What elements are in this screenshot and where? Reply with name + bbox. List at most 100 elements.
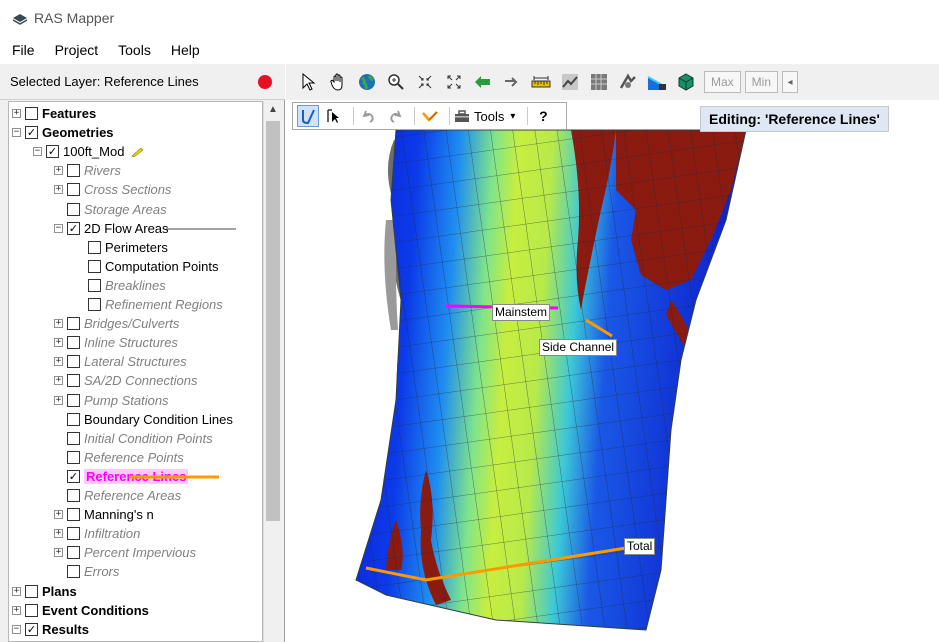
tree-geometries[interactable]: − ✓ Geometries bbox=[12, 123, 114, 142]
tree-lateral-structures[interactable]: + Lateral Structures bbox=[54, 352, 187, 371]
tree-infiltration[interactable]: + Infiltration bbox=[54, 524, 140, 543]
layer-checkbox[interactable] bbox=[88, 259, 101, 273]
expand-toggle-icon[interactable]: + bbox=[12, 605, 21, 615]
layer-checkbox[interactable] bbox=[88, 278, 101, 292]
pan-hand-icon[interactable] bbox=[327, 71, 349, 93]
layer-checkbox[interactable] bbox=[67, 412, 80, 426]
expand-toggle-icon[interactable]: − bbox=[12, 624, 21, 634]
tree-mannings-n[interactable]: + Manning's n bbox=[54, 505, 154, 524]
zoom-in-icon[interactable] bbox=[385, 71, 407, 93]
tree-reference-lines[interactable]: ✓Reference Lines bbox=[54, 467, 219, 486]
layer-checkbox[interactable]: ✓ bbox=[67, 221, 80, 235]
layer-checkbox[interactable] bbox=[67, 317, 80, 331]
expand-toggle-icon[interactable]: + bbox=[54, 166, 63, 176]
layer-checkbox[interactable]: ✓ bbox=[46, 145, 59, 159]
tree-scrollbar[interactable]: ▲ bbox=[263, 101, 281, 642]
help-button[interactable]: ? bbox=[532, 105, 554, 127]
tree-initial-condition-points[interactable]: Initial Condition Points bbox=[54, 429, 213, 448]
expand-toggle-icon[interactable]: + bbox=[54, 510, 63, 520]
forward-arrow-icon[interactable] bbox=[501, 71, 523, 93]
max-button[interactable]: Max bbox=[704, 71, 741, 93]
edit-vertex-icon[interactable] bbox=[323, 105, 345, 127]
water-surface-icon[interactable] bbox=[646, 71, 668, 93]
tree-inline-structures[interactable]: + Inline Structures bbox=[54, 333, 178, 352]
pointer-select-icon[interactable] bbox=[298, 71, 320, 93]
map-canvas[interactable] bbox=[286, 100, 939, 642]
tree-reference-points[interactable]: Reference Points bbox=[54, 448, 184, 467]
layer-checkbox[interactable] bbox=[67, 374, 80, 388]
back-arrow-icon[interactable] bbox=[472, 71, 494, 93]
tree-rivers[interactable]: + Rivers bbox=[54, 161, 121, 180]
layer-tree[interactable]: + Features − ✓ Geometries − ✓ 100ft_Mod + Rivers +… bbox=[8, 101, 263, 642]
tree-features[interactable]: + Features bbox=[12, 104, 96, 123]
expand-toggle-icon[interactable]: − bbox=[33, 147, 42, 157]
menu-tools[interactable]: Tools bbox=[118, 42, 151, 58]
layer-checkbox[interactable] bbox=[25, 584, 38, 598]
record-dot-icon[interactable] bbox=[258, 75, 272, 89]
menu-file[interactable]: File bbox=[12, 42, 35, 58]
expand-toggle-icon[interactable]: + bbox=[54, 185, 63, 195]
layer-checkbox[interactable] bbox=[88, 240, 101, 254]
layer-checkbox[interactable] bbox=[25, 107, 38, 120]
tree-boundary-condition-lines[interactable]: Boundary Condition Lines bbox=[54, 410, 233, 429]
tree-errors[interactable]: Errors bbox=[54, 562, 119, 581]
menu-project[interactable]: Project bbox=[55, 42, 99, 58]
layer-checkbox[interactable] bbox=[67, 336, 80, 350]
undo-icon[interactable] bbox=[358, 105, 380, 127]
layer-checkbox[interactable] bbox=[67, 565, 80, 579]
redo-icon[interactable] bbox=[384, 105, 406, 127]
raster-grid-icon[interactable] bbox=[588, 71, 610, 93]
step-back-button[interactable]: ◂ bbox=[782, 71, 799, 93]
scroll-up-arrow-icon[interactable]: ▲ bbox=[266, 103, 280, 117]
layer-checkbox[interactable] bbox=[67, 489, 80, 502]
expand-toggle-icon[interactable]: + bbox=[54, 376, 63, 386]
expand-toggle-icon[interactable]: + bbox=[54, 319, 63, 329]
layer-checkbox[interactable] bbox=[67, 546, 80, 560]
expand-toggle-icon[interactable]: + bbox=[54, 338, 63, 348]
polyline-check-icon[interactable] bbox=[419, 105, 441, 127]
map-view[interactable] bbox=[286, 100, 939, 642]
expand-toggle-icon[interactable]: + bbox=[54, 395, 63, 405]
tree-refinement-regions[interactable]: Refinement Regions bbox=[75, 295, 223, 314]
tree-plans[interactable]: + Plans bbox=[12, 582, 77, 601]
layer-checkbox[interactable] bbox=[67, 431, 80, 445]
layer-checkbox[interactable] bbox=[67, 393, 80, 407]
expand-toggle-icon[interactable]: + bbox=[54, 529, 63, 539]
tree-percent-impervious[interactable]: + Percent Impervious bbox=[54, 543, 196, 562]
tree-bridges-culverts[interactable]: + Bridges/Culverts bbox=[54, 314, 179, 333]
layer-checkbox[interactable] bbox=[67, 183, 80, 197]
profile-plot-icon[interactable] bbox=[559, 71, 581, 93]
layer-checkbox[interactable] bbox=[67, 202, 80, 216]
3d-cube-icon[interactable] bbox=[675, 71, 697, 93]
tools-dropdown[interactable]: Tools ▾ bbox=[454, 109, 515, 124]
globe-icon[interactable] bbox=[356, 71, 378, 93]
tree-event-conditions[interactable]: + Event Conditions bbox=[12, 601, 149, 620]
tree-cross-sections[interactable]: + Cross Sections bbox=[54, 180, 171, 199]
tree-sa2d-connections[interactable]: + SA/2D Connections bbox=[54, 371, 197, 390]
tree-geometry-100ft-mod[interactable]: − ✓ 100ft_Mod bbox=[33, 142, 144, 161]
tree-pump-stations[interactable]: + Pump Stations bbox=[54, 391, 169, 410]
layer-checkbox[interactable] bbox=[67, 355, 80, 369]
expand-toggle-icon[interactable]: − bbox=[12, 128, 21, 138]
tree-breaklines[interactable]: Breaklines bbox=[75, 276, 166, 295]
menu-help[interactable]: Help bbox=[171, 42, 200, 58]
tree-results[interactable]: − ✓ Results bbox=[12, 620, 89, 639]
tree-2d-flow-areas[interactable]: − ✓ 2D Flow Areas bbox=[54, 219, 236, 238]
expand-toggle-icon[interactable]: + bbox=[12, 109, 21, 118]
layer-checkbox[interactable] bbox=[67, 450, 80, 464]
min-button[interactable]: Min bbox=[744, 71, 779, 93]
terrain-tool-icon[interactable] bbox=[617, 71, 639, 93]
layer-checkbox[interactable] bbox=[67, 527, 80, 541]
draw-line-icon[interactable] bbox=[297, 105, 319, 127]
expand-toggle-icon[interactable]: − bbox=[54, 223, 63, 233]
tree-computation-points[interactable]: Computation Points bbox=[75, 257, 218, 276]
measure-ruler-icon[interactable] bbox=[530, 71, 552, 93]
layer-checkbox[interactable]: ✓ bbox=[67, 469, 80, 483]
layer-checkbox[interactable] bbox=[88, 298, 101, 311]
scrollbar-thumb[interactable] bbox=[266, 121, 280, 521]
layer-checkbox[interactable] bbox=[67, 508, 80, 522]
expand-toggle-icon[interactable]: + bbox=[54, 357, 63, 367]
full-extent-icon[interactable] bbox=[443, 71, 465, 93]
layer-checkbox[interactable] bbox=[25, 603, 38, 617]
expand-toggle-icon[interactable]: + bbox=[54, 548, 63, 558]
